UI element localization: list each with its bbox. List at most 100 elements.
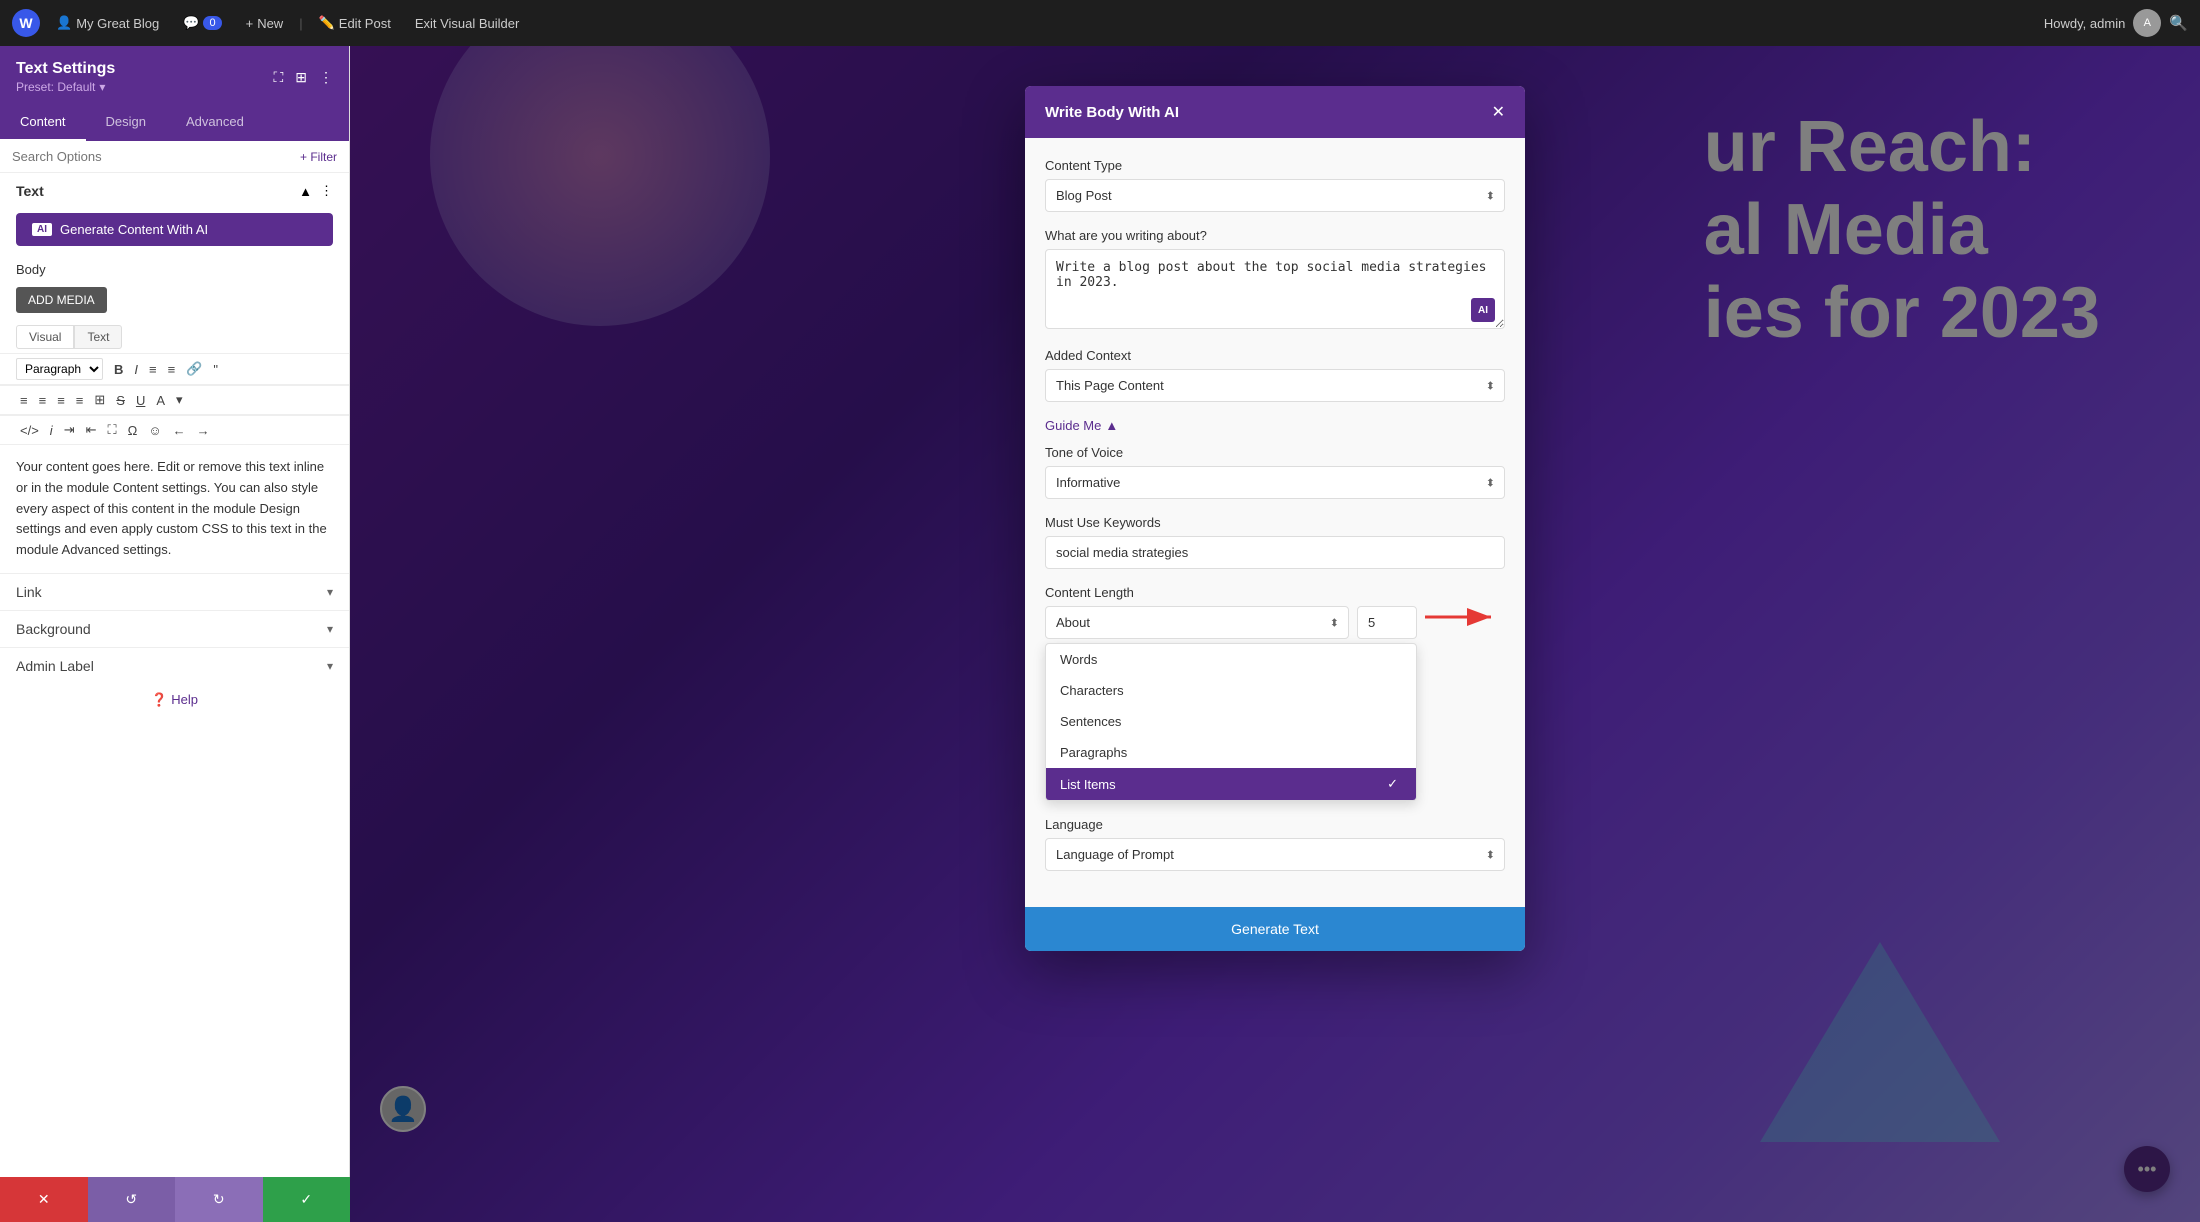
italic2-button[interactable]: i (46, 421, 57, 440)
color-button[interactable]: A (152, 391, 169, 410)
checkmark-icon: ✓ (1387, 776, 1398, 792)
modal-title: Write Body With AI (1045, 104, 1179, 121)
tone-group: Tone of Voice Informative Casual Formal (1045, 445, 1505, 499)
editor-tab-text[interactable]: Text (74, 325, 122, 349)
save-icon: ✓ (300, 1191, 312, 1208)
tab-bar: Content Design Advanced (0, 104, 349, 141)
avatar: A (2133, 9, 2161, 37)
dropdown-item-sentences[interactable]: Sentences (1046, 706, 1416, 737)
length-number-input[interactable] (1357, 606, 1417, 639)
ul-button[interactable]: ≡ (145, 360, 161, 379)
dropdown-item-paragraphs[interactable]: Paragraphs (1046, 737, 1416, 768)
link-section[interactable]: Link ▾ (0, 573, 349, 610)
table-button[interactable]: ⊞ (90, 390, 109, 410)
canvas-area: ur Reach: al Media ies for 2023 👤 Write … (350, 46, 2200, 1222)
guide-me-arrow-icon: ▲ (1105, 418, 1118, 433)
bold-button[interactable]: B (110, 360, 127, 379)
sidebar-content: Text ▲ ⋮ AI Generate Content With AI Bod… (0, 173, 349, 1222)
added-context-group: Added Context This Page Content None (1045, 348, 1505, 402)
tone-label: Tone of Voice (1045, 445, 1505, 460)
bar-new[interactable]: + New (238, 12, 292, 35)
tone-select[interactable]: Informative Casual Formal (1045, 466, 1505, 499)
align-center-button[interactable]: ≡ (35, 391, 51, 410)
help-button[interactable]: ❓ Help (0, 684, 349, 716)
wp-logo-icon[interactable]: W (12, 9, 40, 37)
more-icon[interactable]: ⋮ (319, 69, 333, 86)
toolbar-row-2: ≡ ≡ ≡ ≡ ⊞ S U A ▾ (0, 385, 349, 415)
undo-editor-button[interactable]: ← (169, 421, 190, 440)
chevron-down-icon: ▾ (99, 80, 105, 94)
admin-label-section[interactable]: Admin Label ▾ (0, 647, 349, 684)
search-icon[interactable]: 🔍 (2169, 14, 2188, 32)
sidebar-title: Text Settings (16, 60, 115, 78)
keywords-input[interactable] (1045, 536, 1505, 569)
redo-button[interactable]: ↻ (175, 1177, 263, 1222)
redo-editor-button[interactable]: → (193, 421, 214, 440)
sidebar-footer: ✕ ↺ ↻ ✓ (0, 1177, 350, 1222)
tab-content[interactable]: Content (0, 104, 86, 141)
modal-header: Write Body With AI ✕ (1025, 86, 1525, 138)
redo-icon: ↻ (213, 1191, 225, 1208)
bar-exit-builder[interactable]: Exit Visual Builder (407, 12, 528, 35)
comment-icon: 💬 (183, 15, 199, 31)
textarea-ai-icon[interactable]: AI (1471, 298, 1495, 322)
outdent-button[interactable]: ⇤ (82, 420, 101, 440)
language-select[interactable]: Language of Prompt (1045, 838, 1505, 871)
generate-ai-button[interactable]: AI Generate Content With AI (16, 213, 333, 246)
paragraph-select[interactable]: Paragraph (16, 358, 103, 380)
editor-tab-visual[interactable]: Visual (16, 325, 74, 349)
bar-edit-post[interactable]: ✏️ Edit Post (311, 11, 399, 35)
cancel-button[interactable]: ✕ (0, 1177, 88, 1222)
bar-blog-name[interactable]: 👤 My Great Blog (48, 11, 167, 35)
guide-me-link[interactable]: Guide Me ▲ (1045, 418, 1505, 433)
align-left-button[interactable]: ≡ (16, 391, 32, 410)
dropdown-item-characters[interactable]: Characters (1046, 675, 1416, 706)
added-context-select[interactable]: This Page Content None (1045, 369, 1505, 402)
bar-comments[interactable]: 💬 0 (175, 11, 229, 35)
ol-button[interactable]: ≡ (164, 360, 180, 379)
emoji-button[interactable]: ☺ (144, 421, 165, 440)
tone-select-wrapper: Informative Casual Formal (1045, 466, 1505, 499)
generate-text-button[interactable]: Generate Text (1025, 907, 1525, 951)
pencil-icon: ✏️ (319, 15, 335, 31)
arrow-indicator (1425, 606, 1505, 628)
link-button[interactable]: 🔗 (182, 359, 206, 379)
search-bar: + Filter (0, 141, 349, 173)
columns-icon[interactable]: ⊞ (295, 69, 307, 86)
align-justify-button[interactable]: ≡ (72, 391, 88, 410)
modal-close-button[interactable]: ✕ (1492, 102, 1505, 122)
editor-content: Your content goes here. Edit or remove t… (0, 445, 349, 573)
text-section-header[interactable]: Text ▲ ⋮ (0, 173, 349, 205)
tab-advanced[interactable]: Advanced (166, 104, 264, 141)
dropdown-item-words[interactable]: Words (1046, 644, 1416, 675)
save-button[interactable]: ✓ (263, 1177, 351, 1222)
plus-icon: + (246, 16, 254, 31)
undo-button[interactable]: ↺ (88, 1177, 176, 1222)
indent-button[interactable]: ⇥ (60, 420, 79, 440)
content-type-group: Content Type Blog Post Article Social Me… (1045, 158, 1505, 212)
italic-button[interactable]: I (130, 360, 142, 379)
fullscreen-icon[interactable]: ⛶ (273, 69, 283, 86)
editor-tabs: Visual Text (16, 325, 333, 349)
sidebar-preset[interactable]: Preset: Default ▾ (16, 80, 115, 94)
background-chevron-icon: ▾ (327, 622, 333, 636)
fullscreen-editor-button[interactable]: ⛶ (104, 420, 121, 440)
writing-about-textarea[interactable] (1045, 249, 1505, 329)
quote-button[interactable]: " (209, 360, 222, 379)
length-about-select[interactable]: About (1045, 606, 1349, 639)
add-media-button[interactable]: ADD MEDIA (16, 287, 107, 313)
filter-button[interactable]: + Filter (300, 150, 337, 164)
tab-design[interactable]: Design (86, 104, 166, 141)
align-right-button[interactable]: ≡ (53, 391, 69, 410)
more-toolbar-button[interactable]: ▾ (172, 390, 187, 410)
underline-button[interactable]: U (132, 391, 149, 410)
strikethrough-button[interactable]: S (112, 391, 129, 410)
special-char-button[interactable]: Ω (124, 421, 142, 440)
search-input[interactable] (12, 149, 292, 164)
background-section[interactable]: Background ▾ (0, 610, 349, 647)
added-context-label: Added Context (1045, 348, 1505, 363)
text-section-title: Text (16, 183, 44, 199)
source-button[interactable]: </> (16, 421, 43, 440)
content-type-select[interactable]: Blog Post Article Social Media Post (1045, 179, 1505, 212)
dropdown-item-list-items[interactable]: List Items ✓ (1046, 768, 1416, 800)
